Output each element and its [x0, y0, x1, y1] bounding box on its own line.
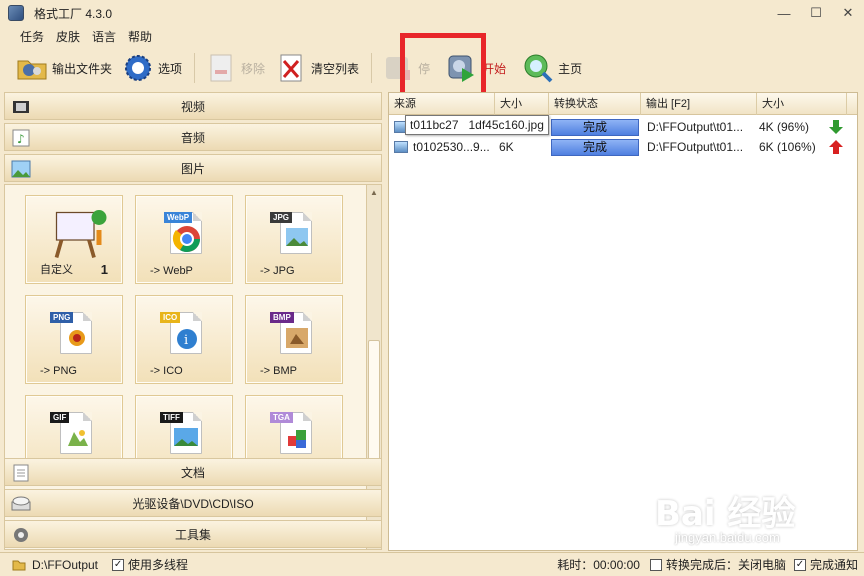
col-status[interactable]: 转换状态 [549, 93, 641, 115]
disc-drive-icon [11, 494, 31, 514]
elapsed-time: 耗时：00:00:00 [557, 558, 640, 572]
row-out-size: 6K (106%) [759, 140, 816, 154]
tga-tag: TGA [270, 412, 293, 423]
ico-file-icon: ICO i [160, 308, 206, 356]
row-status: 完成 [551, 139, 639, 156]
col-out-size[interactable]: 大小 [757, 93, 847, 115]
row-status: 完成 [551, 119, 639, 136]
tile-custom[interactable]: 自定义 1 [25, 195, 123, 284]
bmp-tag: BMP [270, 312, 294, 323]
status-bar: D:\FFOutput ✓ 使用多线程 耗时：00:00:00 转换完成后：关闭… [0, 552, 864, 576]
tile-webp[interactable]: WebP -> WebP [135, 195, 233, 284]
row-output: D:\FFOutput\t01... [647, 140, 744, 154]
baidu-watermark: Bai 经验 jingyan.baidu.com [655, 486, 850, 548]
png-tag: PNG [50, 312, 74, 323]
gif-tag: GIF [50, 412, 70, 423]
filename-tooltip: t011bc27 1df45c160.jpg [405, 115, 549, 135]
webp-file-icon: WebP [164, 208, 206, 256]
film-icon [11, 97, 31, 117]
tile-custom-count: 1 [100, 262, 108, 277]
tga-file-icon: TGA [270, 408, 316, 456]
category-image[interactable]: 图片 [4, 154, 382, 182]
row-output: D:\FFOutput\t01... [647, 120, 744, 134]
gif-file-icon: GIF [50, 408, 96, 456]
tile-webp-label: -> WebP [150, 265, 193, 277]
task-list: 来源 大小 转换状态 输出 [F2] 大小 t011bc27 完成 D:\FFO… [388, 92, 858, 551]
category-audio[interactable]: ♪ 音频 [4, 123, 382, 151]
svg-text:♪: ♪ [17, 132, 25, 146]
music-icon: ♪ [11, 128, 31, 148]
col-output[interactable]: 输出 [F2] [641, 93, 757, 115]
after-done-checkbox[interactable] [649, 558, 662, 571]
multithread-checkbox[interactable]: ✓ [112, 558, 125, 571]
document-icon [11, 463, 31, 483]
tile-png-label: -> PNG [40, 365, 77, 377]
watermark-url: jingyan.baidu.com [675, 530, 780, 545]
watermark-logo: Bai 经验 [655, 494, 796, 534]
image-file-icon [394, 141, 408, 153]
tile-ico[interactable]: ICO i -> ICO [135, 295, 233, 384]
category-tools-label: 工具集 [174, 527, 211, 542]
category-disc[interactable]: 光驱设备\DVD\CD\ISO [4, 489, 382, 517]
jpg-tag: JPG [270, 212, 293, 223]
row-out-size: 4K (96%) [759, 120, 810, 134]
ico-tag: ICO [160, 312, 181, 323]
category-panel: 视频 ♪ 音频 图片 自定义 1 WebP -> WebP JPG -> JPG… [0, 92, 384, 551]
col-size[interactable]: 大小 [495, 93, 549, 115]
size-increase-arrow-icon [829, 140, 843, 154]
png-file-icon: PNG [50, 308, 96, 356]
category-image-label: 图片 [180, 161, 205, 176]
tools-icon [11, 525, 31, 545]
jpg-file-icon: JPG [270, 208, 316, 256]
webp-tag: WebP [164, 212, 193, 223]
tile-bmp[interactable]: BMP -> BMP [245, 295, 343, 384]
scroll-up-arrow-icon[interactable]: ▲ [367, 185, 381, 199]
tile-bmp-label: -> BMP [260, 365, 297, 377]
task-list-header: 来源 大小 转换状态 输出 [F2] 大小 [389, 93, 857, 115]
tile-custom-label: 自定义 [40, 264, 73, 276]
row-source: t0102530...9... [413, 140, 490, 154]
tile-ico-label: -> ICO [150, 365, 183, 377]
multithread-label: 使用多线程 [128, 558, 189, 572]
category-document-label: 文档 [180, 465, 205, 480]
tile-png[interactable]: PNG -> PNG [25, 295, 123, 384]
category-video-label: 视频 [180, 99, 205, 114]
svg-text:i: i [184, 333, 188, 348]
category-audio-label: 音频 [180, 130, 205, 145]
custom-easel-icon [54, 210, 107, 259]
folder-icon [12, 560, 26, 570]
picture-icon [11, 159, 31, 179]
size-decrease-arrow-icon [829, 120, 843, 134]
tiff-file-icon: TIFF [160, 408, 206, 456]
row-size: 6K [499, 140, 514, 154]
tile-jpg[interactable]: JPG -> JPG [245, 195, 343, 284]
scroll-thumb[interactable] [368, 340, 380, 465]
after-done-label: 转换完成后：关闭电脑 [665, 558, 786, 572]
category-disc-label: 光驱设备\DVD\CD\ISO [132, 496, 254, 511]
task-row[interactable]: t0102530...9... 6K 完成 D:\FFOutput\t01...… [389, 137, 857, 157]
category-document[interactable]: 文档 [4, 458, 382, 486]
tiff-tag: TIFF [160, 412, 183, 423]
notify-checkbox[interactable]: ✓ [793, 558, 806, 571]
category-tools[interactable]: 工具集 [4, 520, 382, 548]
output-path[interactable]: D:\FFOutput [32, 558, 98, 572]
bmp-file-icon: BMP [270, 308, 316, 356]
notify-label: 完成通知 [809, 558, 858, 572]
category-video[interactable]: 视频 [4, 92, 382, 120]
tile-jpg-label: -> JPG [260, 265, 295, 277]
col-source[interactable]: 来源 [389, 93, 495, 115]
